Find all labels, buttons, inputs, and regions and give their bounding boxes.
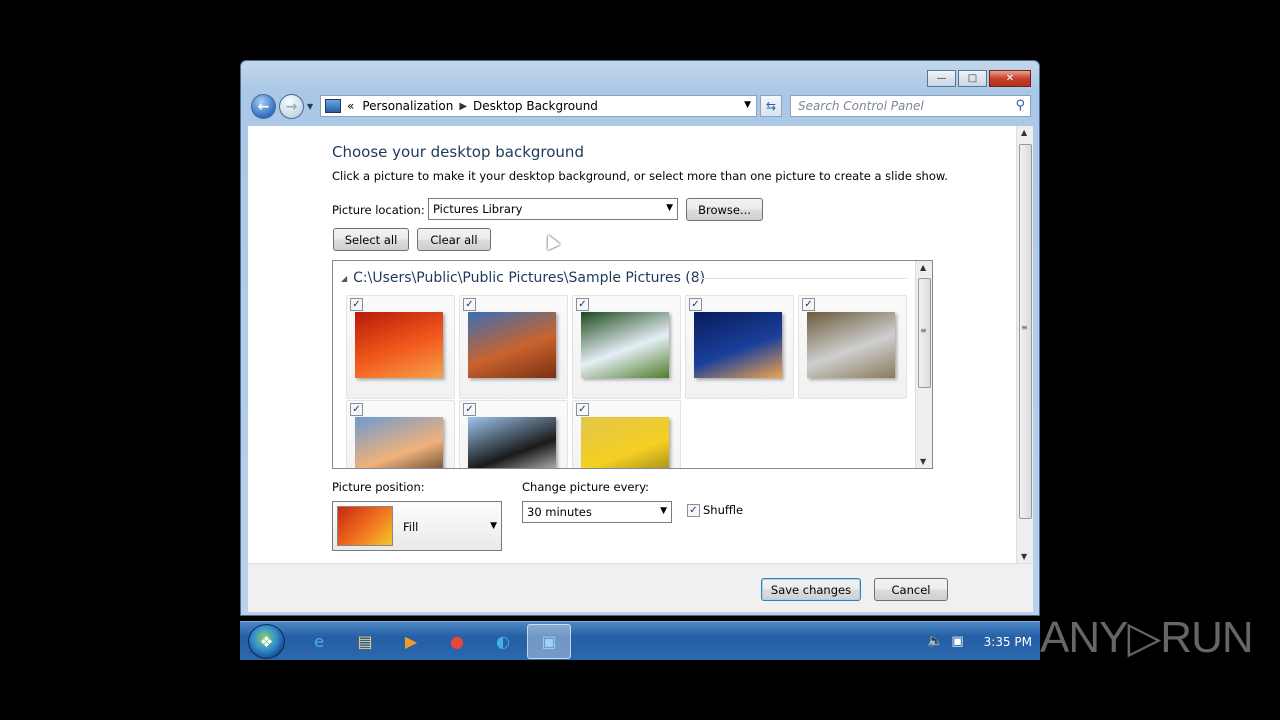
change-interval-label: Change picture every: bbox=[522, 480, 650, 494]
picture-checkbox[interactable]: ✓ bbox=[463, 298, 476, 311]
picture-thumbnail[interactable] bbox=[355, 417, 443, 468]
picture-position-label: Picture position: bbox=[332, 480, 425, 494]
picture-thumbnail[interactable] bbox=[581, 417, 669, 468]
select-all-button[interactable]: Select all bbox=[333, 228, 409, 251]
picture-checkbox[interactable]: ✓ bbox=[689, 298, 702, 311]
shuffle-checkbox[interactable]: ✓ bbox=[687, 504, 700, 517]
navigation-bar: ← → ▼ « Personalization ▶ Desktop Backgr… bbox=[249, 94, 1031, 120]
content-pane: Choose your desktop background Click a p… bbox=[248, 126, 1033, 612]
breadcrumb-personalization[interactable]: Personalization bbox=[362, 99, 453, 113]
refresh-icon[interactable]: ⇆ bbox=[760, 95, 782, 117]
change-interval-select[interactable]: 30 minutes ▼ bbox=[522, 501, 672, 523]
picture-tile[interactable]: ✓ bbox=[572, 295, 681, 399]
window-controls: — □ ✕ bbox=[927, 70, 1031, 87]
content-scrollbar[interactable]: ▲ ≡ ▼ bbox=[1016, 126, 1033, 563]
maximize-button[interactable]: □ bbox=[958, 70, 987, 87]
control-panel-icon bbox=[325, 99, 341, 113]
picture-thumbnail[interactable] bbox=[694, 312, 782, 378]
breadcrumb-desktop-background[interactable]: Desktop Background bbox=[473, 99, 598, 113]
address-bar[interactable]: « Personalization ▶ Desktop Background ▼ bbox=[320, 95, 757, 117]
file-explorer-icon[interactable]: ▤ bbox=[343, 624, 387, 659]
picture-tile[interactable]: ✓ bbox=[459, 295, 568, 399]
group-divider bbox=[695, 278, 907, 279]
breadcrumb-overflow[interactable]: « bbox=[347, 99, 354, 113]
picture-thumbnail[interactable] bbox=[468, 312, 556, 378]
forward-arrow-icon[interactable]: → bbox=[279, 94, 304, 119]
internet-explorer-icon[interactable]: e bbox=[297, 624, 341, 659]
shuffle-label[interactable]: Shuffle bbox=[703, 503, 743, 517]
picture-tile[interactable]: ✓ bbox=[459, 400, 568, 468]
clock[interactable]: 3:35 PM bbox=[984, 635, 1032, 649]
search-input[interactable]: Search Control Panel ⚲ bbox=[790, 95, 1031, 117]
dialog-footer: Save changes Cancel bbox=[248, 563, 1033, 612]
page-subtitle: Click a picture to make it your desktop … bbox=[332, 169, 948, 183]
search-placeholder: Search Control Panel bbox=[798, 99, 924, 113]
picture-location-select[interactable]: Pictures Library ▼ bbox=[428, 198, 678, 220]
close-button[interactable]: ✕ bbox=[989, 70, 1031, 87]
scroll-down-icon[interactable]: ▼ bbox=[1021, 552, 1027, 561]
page-title: Choose your desktop background bbox=[332, 143, 584, 161]
cancel-button[interactable]: Cancel bbox=[874, 578, 948, 601]
chevron-down-icon: ▼ bbox=[490, 521, 497, 531]
picture-checkbox[interactable]: ✓ bbox=[350, 403, 363, 416]
system-tray: 🔈 ▣ 3:35 PM bbox=[927, 622, 1032, 661]
control-panel-icon[interactable]: ▣ bbox=[527, 624, 571, 659]
search-icon[interactable]: ⚲ bbox=[1015, 98, 1025, 113]
picture-position-select[interactable]: Fill ▼ bbox=[332, 501, 502, 551]
collapse-caret-icon[interactable]: ◢ bbox=[341, 274, 347, 283]
picture-tile[interactable]: ✓ bbox=[346, 295, 455, 399]
recent-pages-dropdown-icon[interactable]: ▼ bbox=[307, 102, 313, 111]
picture-group-header[interactable]: ◢ C:\Users\Public\Public Pictures\Sample… bbox=[341, 270, 705, 286]
clear-all-button[interactable]: Clear all bbox=[417, 228, 491, 251]
picture-thumbnail[interactable] bbox=[468, 417, 556, 468]
picture-list-scrollbar[interactable]: ▲ ≡ ▼ bbox=[915, 261, 932, 468]
desktop-background-window: — □ ✕ ← → ▼ « Personalization ▶ Desktop … bbox=[240, 60, 1040, 616]
browse-button[interactable]: Browse... bbox=[686, 198, 763, 221]
chrome-icon[interactable]: ● bbox=[435, 624, 479, 659]
scroll-up-icon[interactable]: ▲ bbox=[920, 263, 926, 272]
change-interval-value: 30 minutes bbox=[527, 505, 592, 519]
back-arrow-icon[interactable]: ← bbox=[251, 94, 276, 119]
picture-tile[interactable]: ✓ bbox=[572, 400, 681, 468]
start-button[interactable]: ❖ bbox=[248, 624, 285, 659]
media-player-icon[interactable]: ▶ bbox=[389, 624, 433, 659]
network-icon[interactable]: ▣ bbox=[951, 634, 963, 649]
picture-checkbox[interactable]: ✓ bbox=[350, 298, 363, 311]
volume-icon[interactable]: 🔈 bbox=[927, 634, 943, 649]
scroll-grip-icon: ≡ bbox=[1021, 323, 1028, 332]
desktop: — □ ✕ ← → ▼ « Personalization ▶ Desktop … bbox=[0, 0, 1280, 720]
scroll-grip-icon: ≡ bbox=[920, 326, 927, 335]
picture-thumbnail[interactable] bbox=[807, 312, 895, 378]
picture-tile[interactable]: ✓ bbox=[798, 295, 907, 399]
chevron-down-icon: ▼ bbox=[660, 506, 667, 516]
picture-position-value: Fill bbox=[403, 520, 419, 534]
address-dropdown-icon[interactable]: ▼ bbox=[744, 100, 751, 110]
picture-checkbox[interactable]: ✓ bbox=[802, 298, 815, 311]
picture-tile[interactable]: ✓ bbox=[346, 400, 455, 468]
picture-thumbnail[interactable] bbox=[355, 312, 443, 378]
save-changes-button[interactable]: Save changes bbox=[761, 578, 861, 601]
minimize-button[interactable]: — bbox=[927, 70, 956, 87]
picture-tile[interactable]: ✓ bbox=[685, 295, 794, 399]
picture-list[interactable]: ◢ C:\Users\Public\Public Pictures\Sample… bbox=[332, 260, 933, 469]
picture-thumbnail[interactable] bbox=[581, 312, 669, 378]
picture-group-title: C:\Users\Public\Public Pictures\Sample P… bbox=[353, 270, 706, 286]
position-preview-image bbox=[337, 506, 393, 546]
taskbar: ❖ e ▤ ▶ ● ◐ ▣ 🔈 ▣ 3:35 PM bbox=[240, 621, 1040, 660]
breadcrumb-separator-icon[interactable]: ▶ bbox=[459, 101, 467, 112]
edge-icon[interactable]: ◐ bbox=[481, 624, 525, 659]
mouse-cursor-icon bbox=[541, 231, 561, 251]
picture-checkbox[interactable]: ✓ bbox=[576, 298, 589, 311]
picture-checkbox[interactable]: ✓ bbox=[576, 403, 589, 416]
anyrun-watermark: ANY▷RUN bbox=[1040, 613, 1254, 662]
scroll-up-icon[interactable]: ▲ bbox=[1021, 128, 1027, 137]
picture-location-value: Pictures Library bbox=[433, 202, 523, 216]
scroll-down-icon[interactable]: ▼ bbox=[920, 457, 926, 466]
picture-checkbox[interactable]: ✓ bbox=[463, 403, 476, 416]
picture-location-label: Picture location: bbox=[332, 203, 425, 217]
chevron-down-icon: ▼ bbox=[666, 203, 673, 213]
